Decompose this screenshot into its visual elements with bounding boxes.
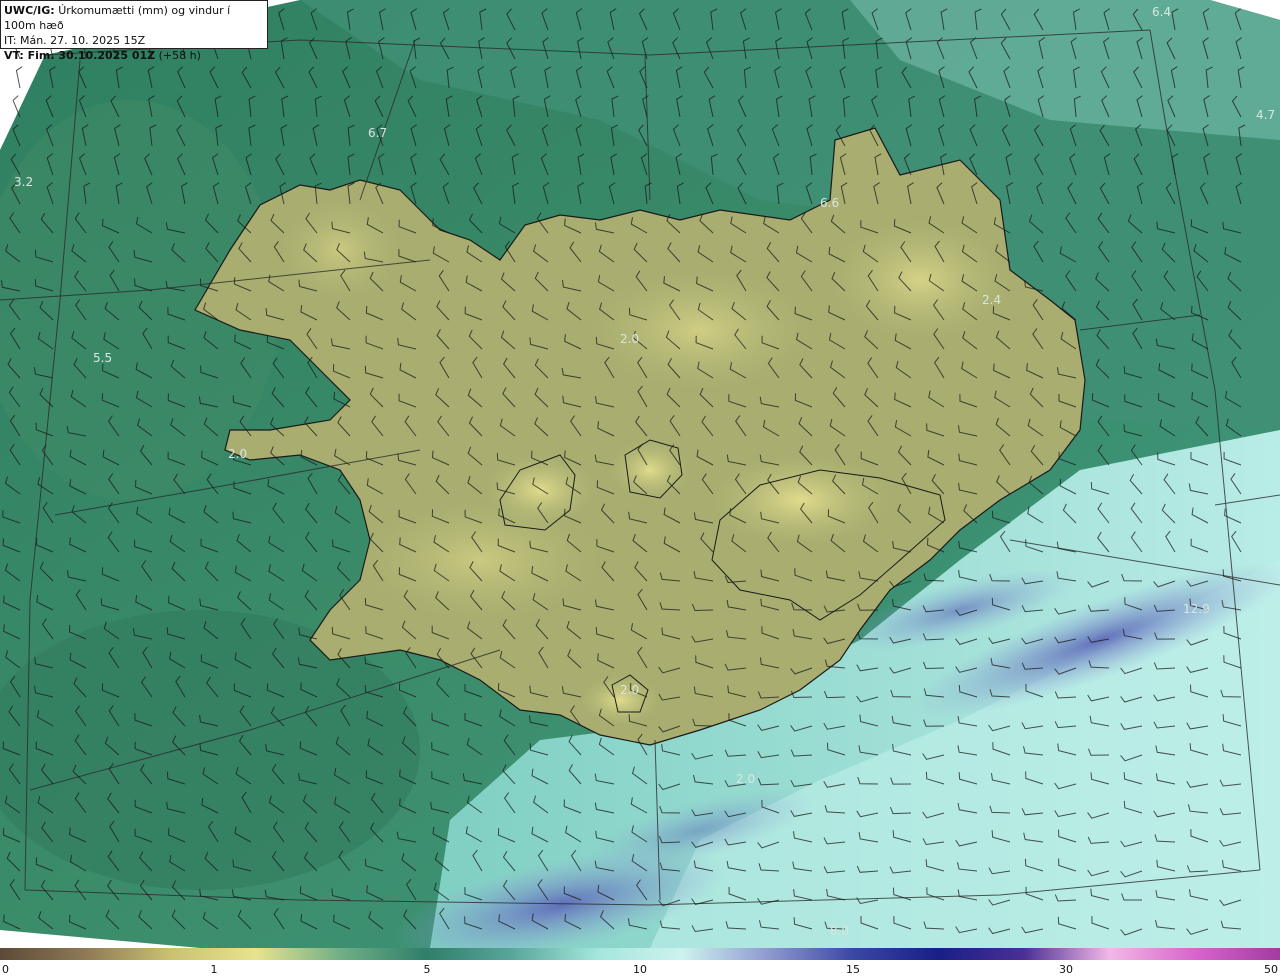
map-label: 6.4 [1152, 5, 1171, 19]
legend-tick: 50 [1264, 963, 1278, 976]
issue-time: IT: Mán. 27. 10. 2025 15Z [4, 34, 146, 47]
map-label: 6.6 [820, 196, 839, 210]
legend-tick: 0 [2, 963, 9, 976]
legend-color-bar [0, 948, 1280, 960]
map-label: 2.4 [982, 293, 1001, 307]
map-label: 2.0 [736, 772, 755, 786]
forecast-hour: (+58 h) [158, 49, 201, 62]
model-name: UWC/IG: [4, 4, 55, 17]
map-label: 8.0 [830, 924, 849, 938]
legend-tick: 15 [846, 963, 860, 976]
legend-tick: 5 [423, 963, 431, 976]
valid-time-line: VT: Fim. 30.10.2025 01Z (+58 h) [4, 48, 264, 63]
legend-tick: 30 [1059, 963, 1073, 976]
map-label: 2.0 [620, 332, 639, 346]
precipitable-water-map: 6.4 4.7 6.7 3.2 6.6 2.4 5.5 2.0 2.0 2.0 … [0, 0, 1280, 948]
valid-time: VT: Fim. 30.10.2025 01Z [4, 49, 156, 62]
map-label: 4.7 [1256, 108, 1275, 122]
title-line: UWC/IG: Úrkomumætti (mm) og vindur í 100… [4, 3, 264, 33]
map-label: 3.2 [14, 175, 33, 189]
map-label: 5.5 [93, 351, 112, 365]
map-label: 2.0 [228, 447, 247, 461]
map-label: 12.9 [1183, 602, 1210, 616]
color-legend: 0 1 5 10 15 30 50 [0, 948, 1280, 978]
map-label: 2.0 [620, 683, 639, 697]
map-label: 6.7 [368, 126, 387, 140]
map-info-box: UWC/IG: Úrkomumætti (mm) og vindur í 100… [0, 0, 268, 62]
legend-tick: 10 [633, 963, 647, 976]
legend-tick: 1 [210, 963, 218, 976]
